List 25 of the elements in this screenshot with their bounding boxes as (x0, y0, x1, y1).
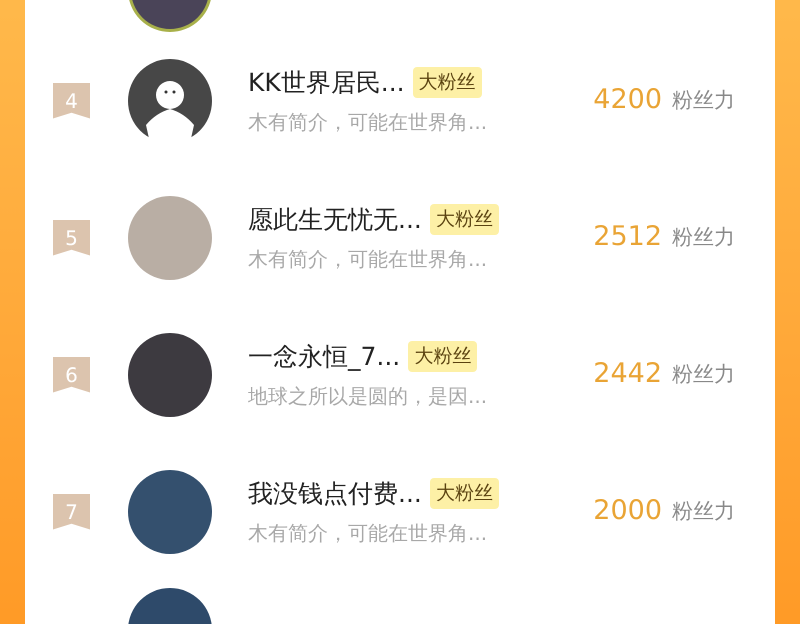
rank-badge: 5 (53, 220, 90, 256)
fan-level-tag: 大粉丝 (408, 341, 478, 372)
score-unit: 粉丝力 (672, 498, 735, 525)
user-bio: 木有简介，可能在世界角... (248, 520, 488, 548)
score-unit: 粉丝力 (672, 86, 735, 114)
fan-score: 4200 (593, 83, 662, 118)
fan-score: 2000 (593, 494, 662, 528)
fan-level-tag: 大粉丝 (412, 67, 482, 98)
fan-level-tag: 大粉丝 (430, 204, 499, 235)
user-bio: 木有简介，可能在世界角... (248, 246, 488, 274)
rank-badge: 7 (53, 494, 90, 530)
user-name[interactable]: KK世界居民... (248, 64, 405, 102)
rank-badge: 6 (53, 356, 90, 392)
user-bio: 木有简介，可能在世界角... (248, 109, 488, 136)
user-name[interactable]: 我没钱点付费... (248, 474, 422, 512)
fan-level-tag: 大粉丝 (430, 478, 499, 509)
rank-badge: 4 (53, 82, 90, 118)
user-name[interactable]: 一念永恒_7... (248, 338, 400, 376)
fan-score: 2442 (593, 357, 662, 392)
fan-score: 2512 (593, 220, 662, 254)
score-unit: 粉丝力 (672, 360, 735, 388)
user-name[interactable]: 愿此生无忧无... (248, 200, 422, 238)
user-bio: 地球之所以是圆的，是因... (248, 383, 488, 410)
avatar-silhouette-icon (128, 58, 212, 142)
score-unit: 粉丝力 (672, 224, 735, 251)
